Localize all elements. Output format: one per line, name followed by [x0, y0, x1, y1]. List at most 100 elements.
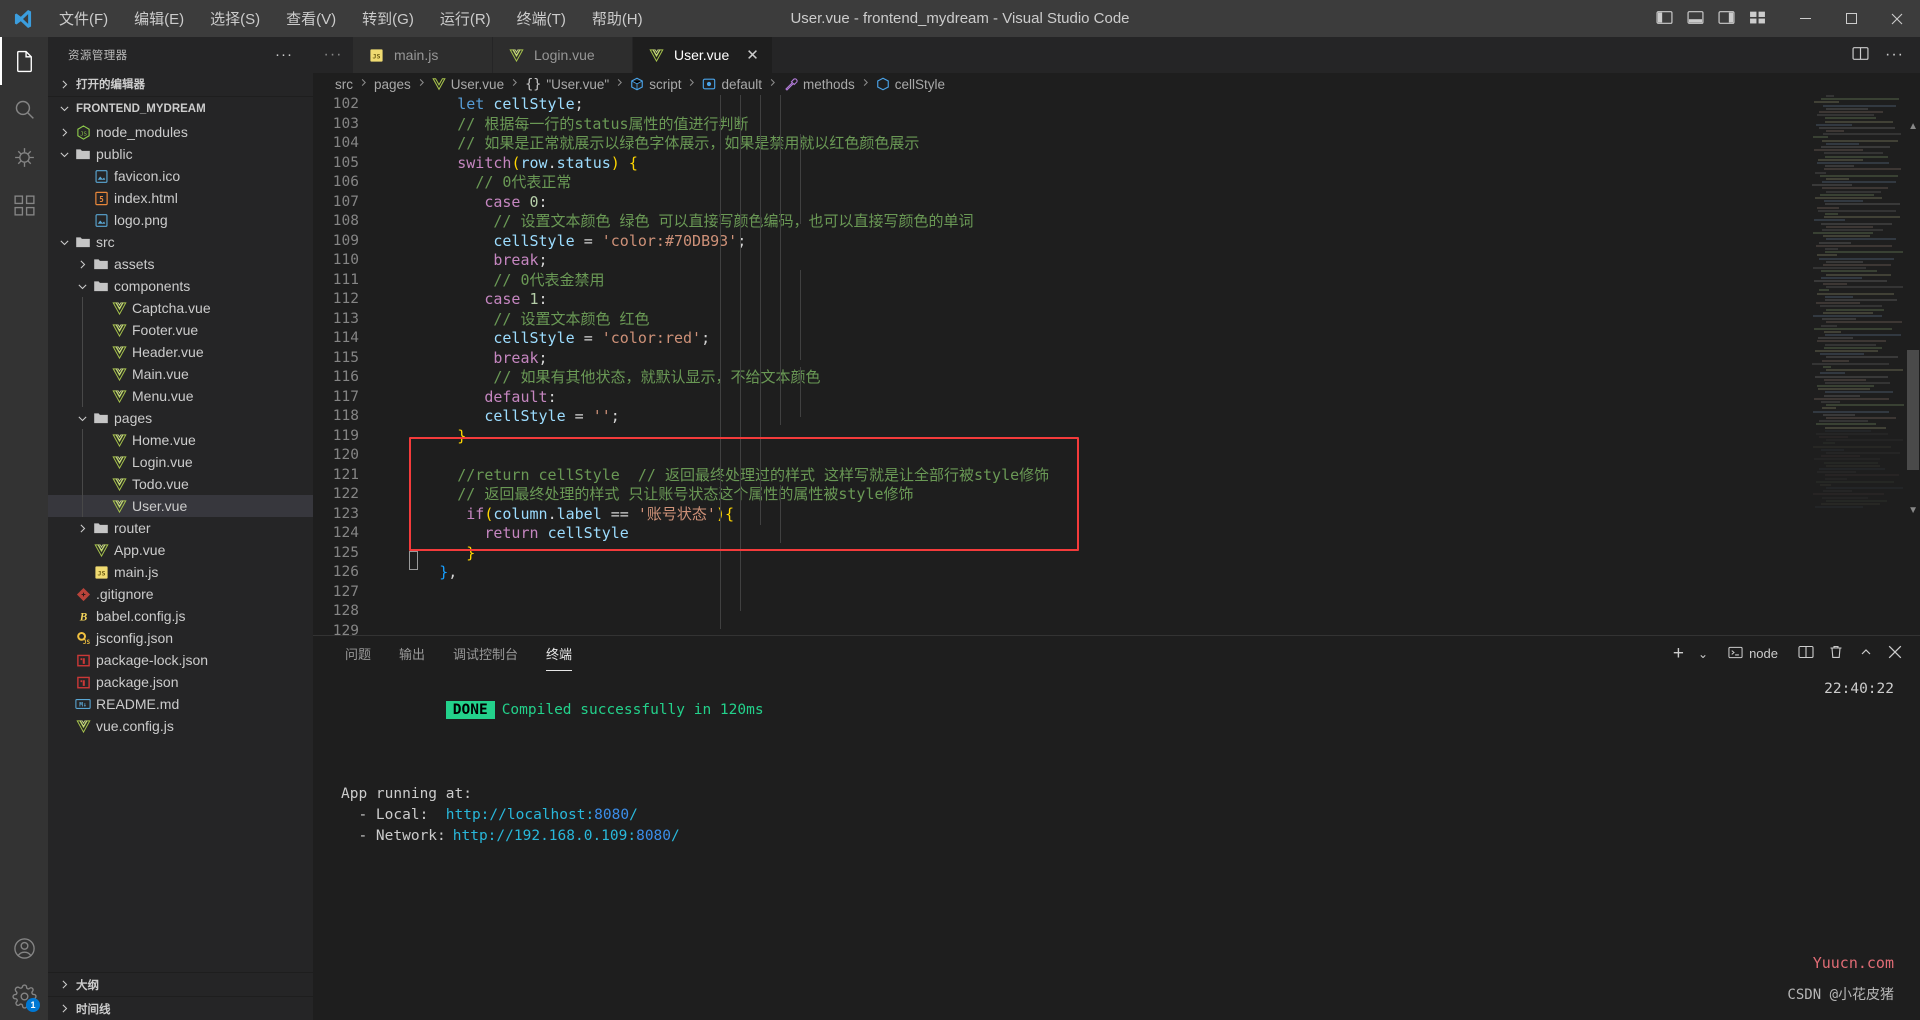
tree-file-row[interactable]: User.vue	[48, 495, 313, 517]
chevron-down-icon[interactable]	[56, 148, 72, 161]
tree-file-row[interactable]: Todo.vue	[48, 473, 313, 495]
tree-file-row[interactable]: Menu.vue	[48, 385, 313, 407]
editor-tab-user-vue[interactable]: User.vue ✕	[633, 37, 773, 73]
code-scroll-area[interactable]: 102 let cellStyle; 103 // 根据每一行的status属性的…	[313, 95, 1920, 635]
tree-file-row[interactable]: package.json	[48, 671, 313, 693]
tree-folder-row[interactable]: src	[48, 231, 313, 253]
maximize-panel-icon[interactable]	[1858, 644, 1874, 663]
menu-file[interactable]: 文件(F)	[46, 4, 121, 33]
network-url[interactable]: http://192.168.0.109:	[446, 828, 636, 844]
tree-file-row[interactable]: .gitignore	[48, 583, 313, 605]
chevron-down-icon[interactable]	[74, 280, 90, 293]
breadcrumb-item[interactable]: User.vue	[432, 77, 504, 92]
tree-file-row[interactable]: App.vue	[48, 539, 313, 561]
menu-terminal[interactable]: 终端(T)	[504, 4, 579, 33]
toggle-secondary-sidebar-icon[interactable]	[1718, 9, 1735, 29]
terminal-output[interactable]: 22:40:22 DONE Compiled successfully in 12…	[313, 671, 1920, 1020]
local-url[interactable]: http://localhost:	[446, 807, 594, 823]
tree-folder-row[interactable]: pages	[48, 407, 313, 429]
chevron-right-icon[interactable]	[74, 258, 90, 271]
tree-file-row[interactable]: logo.png	[48, 209, 313, 231]
split-editor-icon[interactable]	[1852, 45, 1869, 65]
terminal-selector[interactable]: node	[1722, 643, 1784, 665]
tree-folder-row[interactable]: router	[48, 517, 313, 539]
panel-tab[interactable]: 终端	[536, 636, 582, 671]
chevron-down-icon[interactable]	[74, 412, 90, 425]
tree-folder-row[interactable]: JS node_modules	[48, 121, 313, 143]
activity-explorer-icon[interactable]	[0, 37, 48, 85]
activity-accounts-icon[interactable]	[0, 924, 48, 972]
kill-terminal-icon[interactable]	[1828, 644, 1844, 663]
activity-extensions-icon[interactable]	[0, 181, 48, 229]
tree-folder-row[interactable]: public	[48, 143, 313, 165]
local-url-tail[interactable]: /	[629, 807, 638, 823]
menu-help[interactable]: 帮助(H)	[579, 4, 656, 33]
tree-file-row[interactable]: JS jsconfig.json	[48, 627, 313, 649]
close-window-button[interactable]	[1874, 0, 1920, 37]
tree-file-row[interactable]: Main.vue	[48, 363, 313, 385]
editor-tab-main-js[interactable]: JS main.js	[353, 37, 493, 73]
menu-go[interactable]: 转到(G)	[349, 4, 427, 33]
tree-file-row[interactable]: Footer.vue	[48, 319, 313, 341]
tree-folder-row[interactable]: assets	[48, 253, 313, 275]
tree-file-row[interactable]: Header.vue	[48, 341, 313, 363]
customize-layout-icon[interactable]	[1749, 9, 1766, 29]
scroll-up-arrow-icon[interactable]: ▲	[1908, 121, 1918, 132]
tabs-overflow-icon[interactable]: ···	[313, 37, 353, 73]
local-port[interactable]: 8080	[594, 807, 629, 823]
editor-more-actions-icon[interactable]: ···	[1885, 46, 1904, 64]
outline-section[interactable]: 大纲	[48, 972, 313, 996]
tree-file-row[interactable]: vue.config.js	[48, 715, 313, 737]
maximize-button[interactable]	[1828, 0, 1874, 37]
timeline-section[interactable]: 时间线	[48, 996, 313, 1020]
chevron-down-icon[interactable]	[56, 236, 72, 249]
menu-view[interactable]: 查看(V)	[273, 4, 349, 33]
breadcrumb-item[interactable]: src	[335, 77, 353, 92]
breadcrumb-item[interactable]: pages	[374, 77, 411, 92]
breadcrumb-item[interactable]: default	[702, 77, 762, 92]
panel-tab[interactable]: 输出	[389, 636, 435, 671]
code-editor[interactable]: 102 let cellStyle; 103 // 根据每一行的status属性的…	[313, 95, 1920, 635]
tree-file-row[interactable]: Bbabel.config.js	[48, 605, 313, 627]
tree-folder-row[interactable]: components	[48, 275, 313, 297]
activity-settings-icon[interactable]: 1	[0, 972, 48, 1020]
network-port[interactable]: 8080	[636, 828, 671, 844]
minimize-button[interactable]	[1782, 0, 1828, 37]
new-terminal-dropdown-icon[interactable]: ⌄	[1698, 647, 1708, 661]
toggle-primary-sidebar-icon[interactable]	[1656, 9, 1673, 29]
network-url-tail[interactable]: /	[671, 828, 680, 844]
menu-edit[interactable]: 编辑(E)	[121, 4, 197, 33]
project-section[interactable]: FRONTEND_MYDREAM	[48, 96, 313, 120]
chevron-right-icon[interactable]	[56, 126, 72, 139]
tab-close-icon[interactable]: ✕	[746, 48, 759, 63]
open-editors-section[interactable]: 打开的编辑器	[48, 72, 313, 96]
breadcrumb-item[interactable]: methods	[783, 77, 855, 92]
activity-run-debug-icon[interactable]	[0, 133, 48, 181]
panel-tab[interactable]: 调试控制台	[443, 636, 528, 671]
tree-file-row[interactable]: 5 index.html	[48, 187, 313, 209]
menu-run[interactable]: 运行(R)	[427, 4, 504, 33]
tree-file-row[interactable]: favicon.ico	[48, 165, 313, 187]
chevron-right-icon[interactable]	[74, 522, 90, 535]
toggle-panel-icon[interactable]	[1687, 9, 1704, 29]
close-panel-icon[interactable]	[1888, 645, 1902, 662]
tree-file-row[interactable]: M↓ README.md	[48, 693, 313, 715]
editor-tab-login-vue[interactable]: Login.vue	[493, 37, 633, 73]
breadcrumb-item[interactable]: cellStyle	[876, 77, 945, 92]
panel-tab[interactable]: 问题	[335, 636, 381, 671]
tree-file-row[interactable]: package-lock.json	[48, 649, 313, 671]
tree-file-row[interactable]: Login.vue	[48, 451, 313, 473]
editor-vertical-scrollbar[interactable]: ▲ ▼	[1906, 95, 1920, 635]
tree-file-row[interactable]: JS main.js	[48, 561, 313, 583]
scroll-down-arrow-icon[interactable]: ▼	[1908, 505, 1918, 516]
tree-file-row[interactable]: Home.vue	[48, 429, 313, 451]
tree-file-row[interactable]: Captcha.vue	[48, 297, 313, 319]
menu-selection[interactable]: 选择(S)	[197, 4, 273, 33]
split-terminal-icon[interactable]	[1798, 644, 1814, 663]
breadcrumb-item[interactable]: script	[630, 77, 681, 92]
breadcrumb-item[interactable]: {} "User.vue"	[525, 76, 609, 92]
sidebar-more-actions-icon[interactable]: ···	[275, 46, 293, 63]
new-terminal-button[interactable]: +	[1673, 643, 1684, 665]
activity-search-icon[interactable]	[0, 85, 48, 133]
minimap[interactable]	[1812, 95, 1904, 635]
